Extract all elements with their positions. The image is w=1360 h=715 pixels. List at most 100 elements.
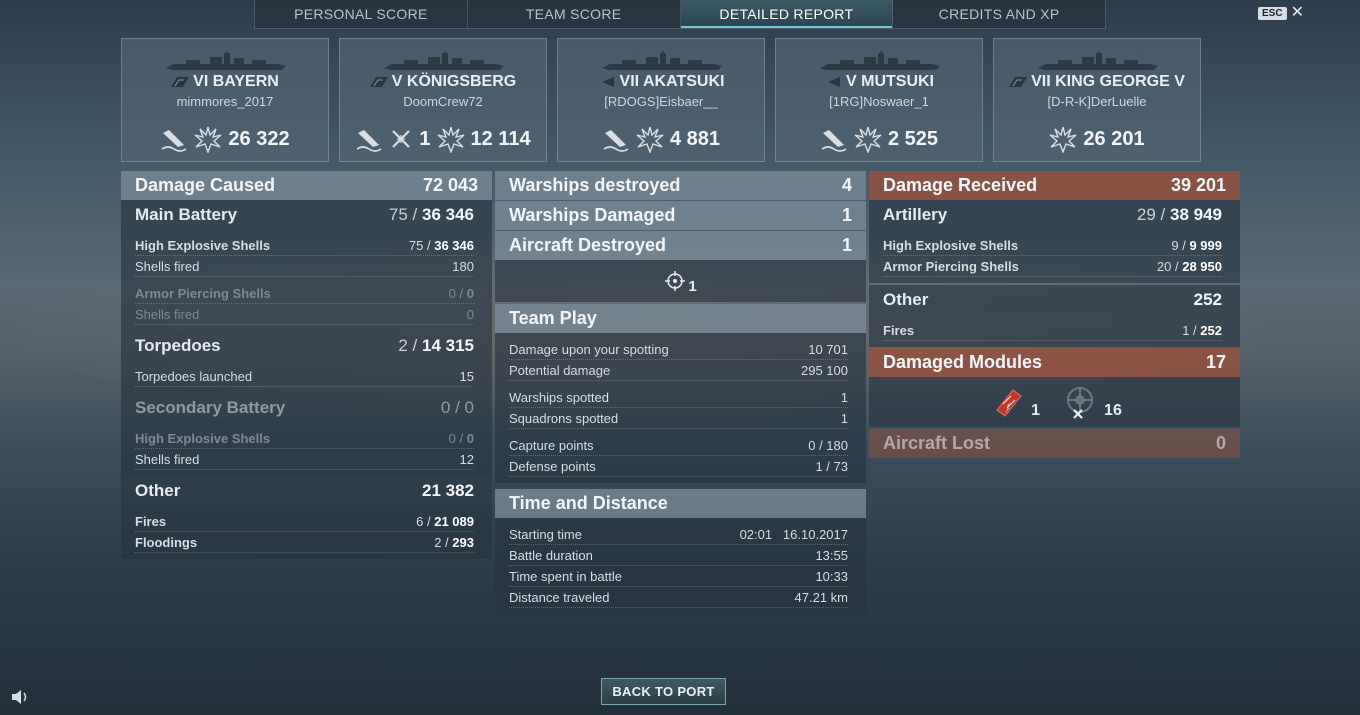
- ship-card-king-george-v: VII KING GEORGE V [D-R-K]DerLuelle 26 20…: [993, 38, 1201, 162]
- stat-row: Potential damage 295 100: [509, 360, 848, 381]
- stat-row: Armor Piercing Shells 20 / 28 950: [883, 256, 1222, 277]
- ship-card-akatsuki: VII AKATSUKI [RDOGS]Eisbaer__ 4 881: [557, 38, 765, 162]
- secondary-battery-details: High Explosive Shells 0 / 0 Shells fired 1…: [121, 422, 492, 476]
- stat-row: Time spent in battle 10:33: [509, 566, 848, 587]
- sunk-ship-icon: [160, 125, 188, 153]
- close-icon: ✕: [1290, 4, 1304, 21]
- damage-blast-icon: [636, 125, 664, 153]
- stat-row: Capture points 0 / 180: [509, 435, 848, 456]
- tab-personal-score[interactable]: PERSONAL SCORE: [255, 0, 468, 28]
- stat-row: Shells fired 0: [135, 304, 474, 325]
- stat-row: Squadrons spotted 1: [509, 408, 848, 429]
- ship-stats: 26 201: [994, 125, 1200, 153]
- artillery-header: Artillery 29 / 38 949: [869, 200, 1240, 229]
- sunk-ship-icon: [602, 125, 630, 153]
- planes-value: 1: [419, 127, 431, 150]
- stat-row: Warships spotted 1: [509, 387, 848, 408]
- aircraft-destroyed-details: 1: [495, 260, 866, 302]
- aircraft-lost-header: Aircraft Lost 0: [869, 429, 1240, 458]
- achievements-panel: Warships destroyed 4 Warships Damaged 1 Ai…: [495, 171, 866, 614]
- aircraft-destroyed-header: Aircraft Destroyed 1: [495, 231, 866, 260]
- artillery-details: High Explosive Shells 9 / 9 999 Armor Pie…: [869, 229, 1240, 283]
- tab-detailed-report[interactable]: DETAILED REPORT: [680, 0, 894, 28]
- ship-stats: 4 881: [558, 125, 764, 153]
- cruiser-silhouette-icon: [382, 51, 506, 73]
- destroyer-silhouette-icon: [818, 51, 942, 73]
- damage-blast-icon: [194, 125, 222, 153]
- warships-destroyed-header: Warships destroyed 4: [495, 171, 866, 200]
- ship-stats: 1 12 114: [340, 125, 546, 153]
- damage-blast-icon: [1049, 125, 1077, 153]
- sound-icon[interactable]: [10, 688, 30, 706]
- tab-team-score[interactable]: TEAM SCORE: [468, 0, 681, 28]
- other-received-header: Other 252: [869, 285, 1240, 314]
- damage-value: 4 881: [669, 127, 721, 150]
- battleship-class-icon: [1009, 77, 1027, 87]
- cruiser-class-icon: [370, 77, 388, 87]
- player-name: [1RG]Noswaer_1: [829, 94, 929, 109]
- stat-row: Armor Piercing Shells 0 / 0: [135, 283, 474, 304]
- battleship-silhouette-icon: [164, 51, 288, 73]
- stat-row: Shells fired 180: [135, 256, 474, 277]
- ship-stats: 26 322: [122, 125, 328, 153]
- stat-row: Torpedoes launched 15: [135, 366, 474, 387]
- aircraft-destroyed-icon: [389, 127, 413, 151]
- ship-card-konigsberg: V KÖNIGSBERG DoomCrew72 1 12 114: [339, 38, 547, 162]
- stat-row: Fires 1 / 252: [883, 320, 1222, 341]
- damage-blast-icon: [854, 125, 882, 153]
- damage-received-header: Damage Received 39 201: [869, 171, 1240, 200]
- player-name: [D-R-K]DerLuelle: [1047, 94, 1147, 109]
- damage-caused-panel: Damage Caused 72 043 Main Battery 75 / 36…: [121, 171, 492, 559]
- torpedoes-details: Torpedoes launched 15: [121, 360, 492, 393]
- stat-row: Defense points 1 / 73: [509, 456, 848, 477]
- other-damage-header: Other 21 382: [121, 476, 492, 505]
- ship-name: VI BAYERN: [122, 73, 328, 91]
- ship-name: VII KING GEORGE V: [994, 73, 1200, 91]
- damage-value: 2 525: [887, 127, 939, 150]
- stat-row: Fires 6 / 21 089: [135, 511, 474, 532]
- sunk-ship-icon: [355, 125, 383, 153]
- stat-row: High Explosive Shells 9 / 9 999: [883, 235, 1222, 256]
- module-item: 1: [987, 384, 1040, 420]
- warships-damaged-header: Warships Damaged 1: [495, 201, 866, 230]
- stat-row: Starting time 02:01 16.10.2017: [509, 524, 848, 545]
- damage-value: 26 322: [228, 127, 290, 150]
- other-damage-details: Fires 6 / 21 089 Floodings 2 / 293: [121, 505, 492, 559]
- team-play-details: Damage upon your spotting 10 701 Potentia…: [495, 333, 866, 483]
- ship-name: V KÖNIGSBERG: [340, 73, 546, 91]
- ship-card-mutsuki: V MUTSUKI [1RG]Noswaer_1 2 525: [775, 38, 983, 162]
- stat-row: Shells fired 12: [135, 449, 474, 470]
- module-item: 16: [1060, 384, 1122, 420]
- crosshair-icon: [665, 271, 686, 291]
- torpedoes-header: Torpedoes 2 / 14 315: [121, 331, 492, 360]
- aircraft-icon-count: 1: [688, 277, 697, 295]
- report-tabs: PERSONAL SCORE TEAM SCORE DETAILED REPOR…: [254, 0, 1106, 29]
- ship-name: V MUTSUKI: [776, 73, 982, 91]
- player-name: mimmores_2017: [176, 94, 274, 109]
- main-battery-details: High Explosive Shells 75 / 36 346 Shells …: [121, 229, 492, 331]
- stat-row: Floodings 2 / 293: [135, 532, 474, 553]
- stat-row: Damage upon your spotting 10 701: [509, 339, 848, 360]
- destroyer-class-icon: [824, 77, 842, 87]
- stat-row: Distance traveled 47.21 km: [509, 587, 848, 608]
- back-to-port-button[interactable]: BACK TO PORT: [601, 678, 726, 705]
- damaged-modules-details: 1 16: [869, 377, 1240, 427]
- time-and-distance-details: Starting time 02:01 16.10.2017 Battle dur…: [495, 518, 866, 614]
- damaged-modules-header: Damaged Modules 17: [869, 348, 1240, 377]
- stat-row: High Explosive Shells 0 / 0: [135, 428, 474, 449]
- tab-credits-and-xp[interactable]: CREDITS AND XP: [893, 0, 1105, 28]
- ship-name: VII AKATSUKI: [558, 73, 764, 91]
- engine-damage-icon: [996, 389, 1022, 417]
- damage-caused-header: Damage Caused 72 043: [121, 171, 492, 200]
- damage-value: 12 114: [470, 127, 531, 150]
- destroyer-class-icon: [598, 77, 616, 87]
- team-play-header: Team Play: [495, 304, 866, 333]
- stat-row: Battle duration 13:55: [509, 545, 848, 566]
- battleship-silhouette-icon: [1036, 51, 1160, 73]
- aa-mount-destroyed-icon: [1067, 387, 1094, 419]
- damage-blast-icon: [437, 125, 465, 153]
- close-button[interactable]: ESC ✕: [1258, 4, 1304, 21]
- secondary-battery-header: Secondary Battery 0 / 0: [121, 393, 492, 422]
- ship-card-bayern: VI BAYERN mimmores_2017 26 322: [121, 38, 329, 162]
- other-received-details: Fires 1 / 252: [869, 314, 1240, 347]
